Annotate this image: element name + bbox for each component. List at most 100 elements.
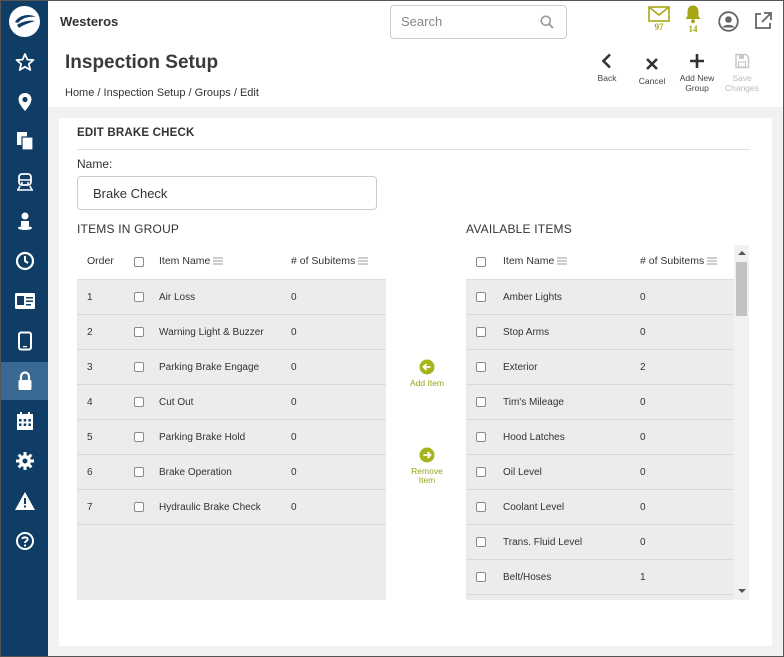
order-cell: 4 bbox=[87, 397, 93, 408]
sidebar-item-devices[interactable] bbox=[1, 322, 48, 360]
table-row[interactable]: 2 Warning Light & Buzzer 0 bbox=[77, 315, 386, 350]
back-button[interactable]: Back bbox=[583, 53, 631, 83]
external-link-button[interactable] bbox=[753, 11, 773, 31]
scroll-up-arrow[interactable] bbox=[738, 251, 746, 255]
order-cell: 5 bbox=[87, 432, 93, 443]
sidebar-item-map[interactable] bbox=[1, 83, 48, 121]
column-subitems[interactable]: # of Subitems bbox=[291, 255, 369, 267]
select-all-checkbox[interactable] bbox=[134, 257, 144, 267]
row-checkbox[interactable] bbox=[134, 432, 144, 442]
search-input[interactable] bbox=[401, 14, 531, 29]
table-row[interactable]: 3 Parking Brake Engage 0 bbox=[77, 350, 386, 385]
sidebar bbox=[1, 1, 48, 656]
item-name-cell: Stop Arms bbox=[503, 327, 550, 338]
row-checkbox[interactable] bbox=[476, 537, 486, 547]
item-name-cell: Hydraulic Brake Check bbox=[159, 502, 261, 513]
row-checkbox[interactable] bbox=[134, 397, 144, 407]
sidebar-item-security[interactable] bbox=[1, 362, 48, 400]
row-checkbox[interactable] bbox=[476, 397, 486, 407]
cancel-label: Cancel bbox=[638, 76, 666, 86]
sidebar-item-vehicles[interactable] bbox=[1, 162, 48, 200]
table-row[interactable]: Stop Arms 0 bbox=[466, 315, 734, 350]
row-checkbox[interactable] bbox=[476, 292, 486, 302]
row-checkbox[interactable] bbox=[134, 292, 144, 302]
sidebar-item-help[interactable] bbox=[1, 522, 48, 560]
row-checkbox[interactable] bbox=[134, 327, 144, 337]
subitems-cell: 0 bbox=[640, 397, 646, 408]
clock-icon bbox=[15, 251, 34, 271]
row-checkbox[interactable] bbox=[476, 502, 486, 512]
row-checkbox[interactable] bbox=[476, 327, 486, 337]
select-all-checkbox[interactable] bbox=[476, 257, 486, 267]
help-icon bbox=[15, 532, 34, 550]
search-box[interactable] bbox=[390, 5, 567, 39]
notifications-button[interactable]: 14 bbox=[683, 4, 703, 34]
subitems-cell: 0 bbox=[640, 432, 646, 443]
sidebar-item-drivers[interactable] bbox=[1, 202, 48, 240]
remove-item-button[interactable]: Remove Item bbox=[402, 447, 452, 485]
row-checkbox[interactable] bbox=[476, 432, 486, 442]
breadcrumb-groups[interactable]: Groups bbox=[195, 87, 231, 99]
save-changes-button[interactable]: Save Changes bbox=[718, 53, 766, 93]
row-checkbox[interactable] bbox=[134, 502, 144, 512]
breadcrumb-home[interactable]: Home bbox=[65, 87, 94, 99]
row-checkbox[interactable] bbox=[476, 572, 486, 582]
column-item-name[interactable]: Item Name bbox=[503, 255, 568, 267]
cancel-button[interactable]: Cancel bbox=[628, 53, 676, 86]
sidebar-item-alerts[interactable] bbox=[1, 482, 48, 520]
tablet-icon bbox=[17, 331, 32, 351]
table-row[interactable]: Oil Level 0 bbox=[466, 455, 734, 490]
column-order[interactable]: Order bbox=[87, 255, 114, 267]
map-pin-icon bbox=[18, 93, 31, 111]
table-row[interactable]: 4 Cut Out 0 bbox=[77, 385, 386, 420]
table-row[interactable]: 6 Brake Operation 0 bbox=[77, 455, 386, 490]
subitems-cell: 0 bbox=[291, 292, 297, 303]
item-name-cell: Tim's Mileage bbox=[503, 397, 564, 408]
bell-icon bbox=[685, 5, 701, 24]
page-title: Inspection Setup bbox=[65, 52, 219, 73]
item-name-cell: Coolant Level bbox=[503, 502, 565, 513]
add-new-group-button[interactable]: Add New Group bbox=[673, 53, 721, 93]
breadcrumb-inspection-setup[interactable]: Inspection Setup bbox=[104, 87, 186, 99]
table-row[interactable]: 1 Air Loss 0 bbox=[77, 280, 386, 315]
sidebar-item-settings[interactable] bbox=[1, 442, 48, 480]
row-checkbox[interactable] bbox=[476, 362, 486, 372]
subitems-cell: 0 bbox=[291, 502, 297, 513]
table-row[interactable]: Exterior 2 bbox=[466, 350, 734, 385]
sidebar-item-documents[interactable] bbox=[1, 122, 48, 160]
item-name-cell: Parking Brake Engage bbox=[159, 362, 260, 373]
subitems-cell: 0 bbox=[291, 397, 297, 408]
table-row[interactable]: Belt/Hoses 1 bbox=[466, 560, 734, 595]
page-header: Inspection Setup Home / Inspection Setup… bbox=[48, 43, 783, 107]
table-row[interactable]: Amber Lights 0 bbox=[466, 280, 734, 315]
column-menu-icon bbox=[557, 257, 568, 265]
scroll-thumb[interactable] bbox=[736, 262, 747, 316]
messages-button[interactable]: 97 bbox=[648, 6, 670, 32]
table-row[interactable]: 7 Hydraulic Brake Check 0 bbox=[77, 490, 386, 525]
add-item-button[interactable]: Add Item bbox=[402, 359, 452, 388]
sidebar-item-calendar[interactable] bbox=[1, 402, 48, 440]
row-checkbox[interactable] bbox=[476, 467, 486, 477]
sidebar-item-contacts[interactable] bbox=[1, 282, 48, 320]
scrollbar[interactable] bbox=[734, 245, 749, 600]
table-row[interactable]: Hood Latches 0 bbox=[466, 420, 734, 455]
table-row[interactable]: Coolant Level 0 bbox=[466, 490, 734, 525]
row-checkbox[interactable] bbox=[134, 362, 144, 372]
column-item-name[interactable]: Item Name bbox=[159, 255, 224, 267]
name-field[interactable] bbox=[77, 176, 377, 210]
table-row[interactable]: Trans. Fluid Level 0 bbox=[466, 525, 734, 560]
logo[interactable] bbox=[9, 6, 40, 37]
remove-item-label: Remove Item bbox=[411, 466, 443, 485]
subitems-cell: 0 bbox=[640, 327, 646, 338]
table-row[interactable]: 5 Parking Brake Hold 0 bbox=[77, 420, 386, 455]
subitems-cell: 1 bbox=[640, 572, 646, 583]
table-row[interactable]: Tim's Mileage 0 bbox=[466, 385, 734, 420]
sidebar-item-history[interactable] bbox=[1, 242, 48, 280]
column-subitems[interactable]: # of Subitems bbox=[640, 255, 718, 267]
sidebar-item-favorites[interactable] bbox=[1, 43, 48, 81]
profile-button[interactable] bbox=[718, 11, 739, 32]
row-checkbox[interactable] bbox=[134, 467, 144, 477]
item-name-cell: Amber Lights bbox=[503, 292, 562, 303]
subitems-cell: 0 bbox=[291, 467, 297, 478]
scroll-down-arrow[interactable] bbox=[738, 589, 746, 593]
